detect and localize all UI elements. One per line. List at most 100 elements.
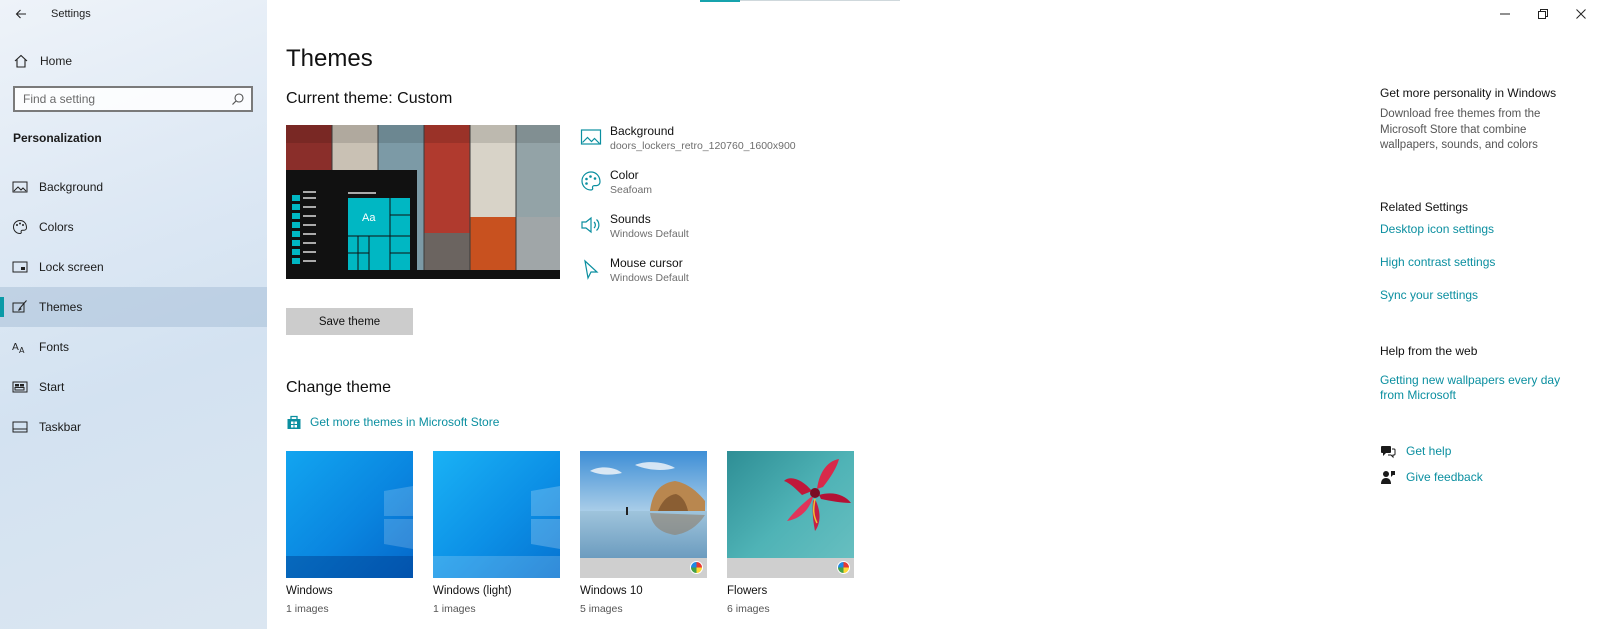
sidebar-item-themes[interactable]: Themes [0, 287, 267, 327]
sidebar-item-label: Fonts [39, 340, 70, 354]
app-title: Settings [51, 8, 91, 20]
picture-icon [580, 129, 602, 145]
sidebar-item-lock-screen[interactable]: Lock screen [0, 247, 267, 287]
close-icon [1576, 9, 1586, 19]
color-wheel-icon [690, 561, 703, 574]
palette-icon [13, 219, 28, 235]
theme-thumbnail [580, 451, 707, 578]
speaker-icon [581, 216, 600, 234]
desktop-icon-settings-link[interactable]: Desktop icon settings [1380, 222, 1570, 237]
section-heading: Personalization [13, 131, 102, 145]
minimize-button[interactable] [1486, 0, 1524, 28]
theme-image-count: 5 images [580, 603, 623, 615]
brush-icon [12, 300, 27, 313]
wallpapers-help-link[interactable]: Getting new wallpapers every day from Mi… [1380, 373, 1570, 403]
feedback-icon [1381, 471, 1395, 484]
back-button[interactable] [10, 3, 32, 25]
store-link-text: Get more themes in Microsoft Store [310, 415, 500, 429]
lockers-wallpaper-image [286, 125, 560, 279]
search-input[interactable] [15, 88, 220, 110]
flower-wallpaper-image [727, 459, 854, 578]
chat-help-icon [1381, 446, 1396, 459]
theme-image-count: 1 images [286, 603, 329, 615]
personality-description: Download free themes from the Microsoft … [1380, 108, 1541, 151]
top-divider [740, 0, 900, 1]
related-settings-heading: Related Settings [1380, 200, 1469, 214]
sidebar: Settings Home Personalization Background… [0, 0, 267, 629]
sidebar-item-label: Lock screen [39, 260, 104, 274]
sidebar-item-label: Background [39, 180, 104, 194]
setting-name: Background [610, 124, 675, 138]
theme-thumbnail [286, 451, 413, 578]
minimize-icon [1500, 13, 1510, 15]
theme-tile-windows-10[interactable]: Windows 10 5 images [580, 451, 707, 615]
sidebar-item-label: Start [39, 380, 65, 394]
high-contrast-settings-link[interactable]: High contrast settings [1380, 255, 1570, 270]
taskbar-icon [12, 421, 28, 433]
color-wheel-icon [837, 561, 850, 574]
windows-logo-image [286, 486, 413, 578]
store-link[interactable]: Get more themes in Microsoft Store [286, 413, 499, 431]
search-icon[interactable] [231, 92, 245, 106]
save-theme-button[interactable]: Save theme [286, 308, 413, 335]
sidebar-item-background[interactable]: Background [0, 167, 267, 207]
back-arrow-icon [15, 9, 26, 19]
theme-name: Windows (light) [433, 585, 512, 597]
sidebar-item-label: Colors [39, 220, 74, 234]
theme-thumbnail [727, 451, 854, 578]
background-setting[interactable]: Background doors_lockers_retro_120760_16… [580, 124, 880, 168]
top-focus-indicator [700, 0, 740, 2]
restore-button[interactable] [1524, 0, 1562, 28]
svg-text:A: A [12, 342, 19, 353]
sidebar-item-taskbar[interactable]: Taskbar [0, 407, 267, 447]
current-theme-heading: Current theme: Custom [286, 90, 453, 107]
sidebar-nav: Background Colors Lock screen Themes AA … [0, 167, 267, 447]
restore-icon [1538, 9, 1548, 19]
sidebar-item-fonts[interactable]: AA Fonts [0, 327, 267, 367]
title-bar: Settings [0, 0, 267, 28]
lock-screen-icon [12, 261, 28, 273]
color-setting[interactable]: Color Seafoam [580, 168, 880, 212]
theme-tile-windows-light[interactable]: Windows (light) 1 images [433, 451, 560, 615]
theme-tile-flowers[interactable]: Flowers 6 images [727, 451, 854, 615]
theme-name: Flowers [727, 585, 768, 597]
theme-image-count: 1 images [433, 603, 476, 615]
theme-name: Windows [286, 585, 333, 597]
setting-value: Seafoam [610, 184, 653, 196]
theme-name: Windows 10 [580, 585, 643, 597]
font-icon: AA [12, 342, 25, 355]
beach-wallpaper-image [580, 451, 707, 578]
sidebar-item-label: Taskbar [39, 420, 82, 434]
sidebar-item-start[interactable]: Start [0, 367, 267, 407]
setting-value: Windows Default [610, 272, 689, 284]
theme-thumbnail [433, 451, 560, 578]
close-button[interactable] [1562, 0, 1600, 28]
palette-icon [581, 171, 601, 191]
theme-preview: Aa [286, 125, 560, 279]
mouse-cursor-setting[interactable]: Mouse cursor Windows Default [580, 256, 880, 300]
setting-value: Windows Default [610, 228, 689, 240]
home-icon [14, 54, 28, 68]
give-feedback-link[interactable]: Give feedback [1380, 469, 1483, 485]
preview-tile-text: Aa [362, 212, 376, 224]
get-help-text: Get help [1406, 444, 1452, 458]
sounds-setting[interactable]: Sounds Windows Default [580, 212, 880, 256]
search-box[interactable] [13, 86, 253, 112]
home-label: Home [40, 54, 73, 68]
store-icon [287, 415, 301, 429]
sidebar-item-label: Themes [39, 300, 83, 314]
give-feedback-text: Give feedback [1406, 470, 1483, 484]
picture-icon [12, 181, 28, 193]
home-nav-item[interactable]: Home [0, 49, 267, 73]
sidebar-item-colors[interactable]: Colors [0, 207, 267, 247]
theme-tile-windows[interactable]: Windows 1 images [286, 451, 413, 615]
setting-name: Sounds [610, 212, 651, 226]
personality-heading: Get more personality in Windows [1380, 86, 1557, 100]
setting-name: Mouse cursor [610, 256, 683, 270]
theme-settings-list: Background doors_lockers_retro_120760_16… [580, 124, 880, 300]
sync-settings-link[interactable]: Sync your settings [1380, 288, 1570, 303]
start-icon [12, 381, 28, 393]
get-help-link[interactable]: Get help [1380, 443, 1451, 459]
help-web-heading: Help from the web [1380, 344, 1478, 358]
svg-text:A: A [19, 346, 25, 355]
